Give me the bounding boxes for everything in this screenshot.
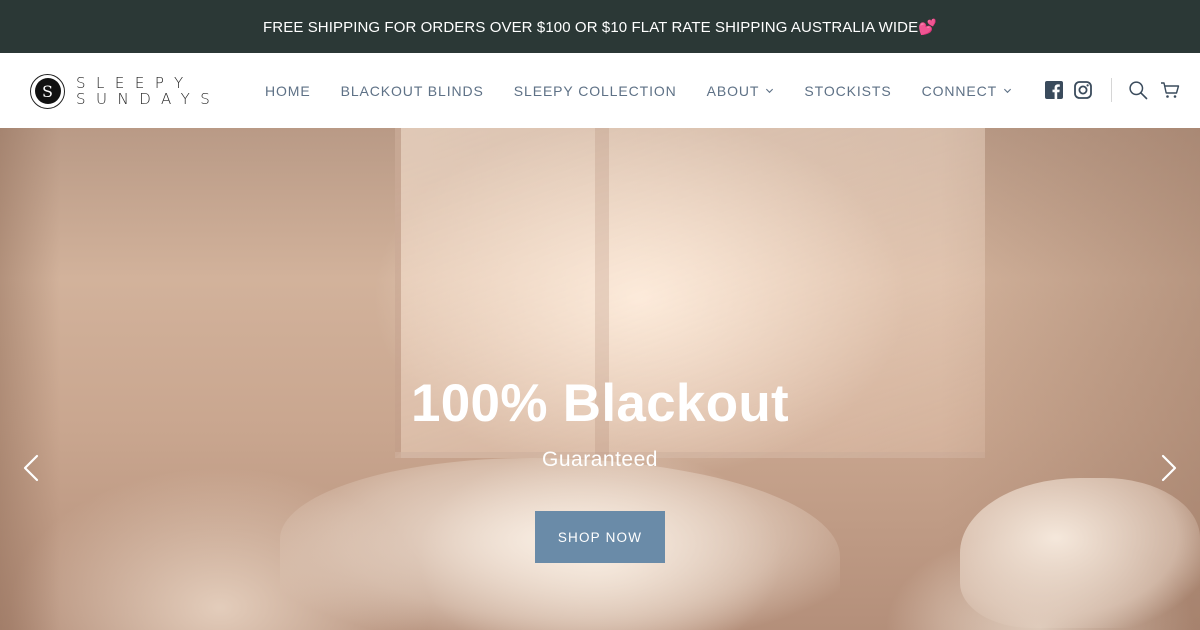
logo-mark-letter: S [34,78,61,104]
logo-line-2: SUNDAYS [76,90,221,108]
hero-slideshow: 100% Blackout Guaranteed SHOP NOW [0,128,1200,630]
cart-icon[interactable] [1160,80,1180,100]
hero-title: 100% Blackout [410,374,789,433]
nav-item-label: STOCKISTS [804,82,892,99]
site-header: S SLEEPY SUNDAYS HOME BLACKOUT BLINDS SL… [0,53,1200,128]
nav-item-home[interactable]: HOME [265,83,311,99]
shop-now-button[interactable]: SHOP NOW [535,511,665,563]
nav-item-label: CONNECT [921,82,998,99]
facebook-icon[interactable] [1044,80,1064,100]
nav-item-blackout-blinds[interactable]: BLACKOUT BLINDS [341,83,484,99]
main-nav: HOME BLACKOUT BLINDS SLEEPY COLLECTION A… [265,53,1042,128]
chevron-left-icon[interactable] [21,454,41,482]
site-logo[interactable]: S SLEEPY SUNDAYS [30,72,220,110]
header-utilities [1030,53,1200,128]
announcement-bar: FREE SHIPPING FOR ORDERS OVER $100 OR $1… [0,0,1200,53]
nav-item-label: BLACKOUT BLINDS [340,82,484,99]
nav-item-connect[interactable]: CONNECT [922,83,1013,99]
logo-wordmark: SLEEPY SUNDAYS [76,75,220,107]
nav-item-sleepy-collection[interactable]: SLEEPY COLLECTION [514,83,677,99]
header-divider [1111,78,1112,102]
nav-item-stockists[interactable]: STOCKISTS [804,83,891,99]
search-icon[interactable] [1128,80,1148,100]
nav-item-label: HOME [265,82,311,99]
nav-item-label: ABOUT [706,82,760,99]
logo-line-1: SLEEPY [76,74,194,92]
nav-item-label: SLEEPY COLLECTION [513,82,677,99]
announcement-text: FREE SHIPPING FOR ORDERS OVER $100 OR $1… [263,18,937,36]
hero-subtitle: Guaranteed [542,448,658,471]
nav-item-about[interactable]: ABOUT [707,83,775,99]
hero-background-pillow [960,478,1200,628]
instagram-icon[interactable] [1073,80,1093,100]
logo-mark: S [30,73,65,109]
chevron-down-icon [1004,88,1012,94]
chevron-down-icon [766,88,774,94]
chevron-right-icon[interactable] [1159,454,1179,482]
